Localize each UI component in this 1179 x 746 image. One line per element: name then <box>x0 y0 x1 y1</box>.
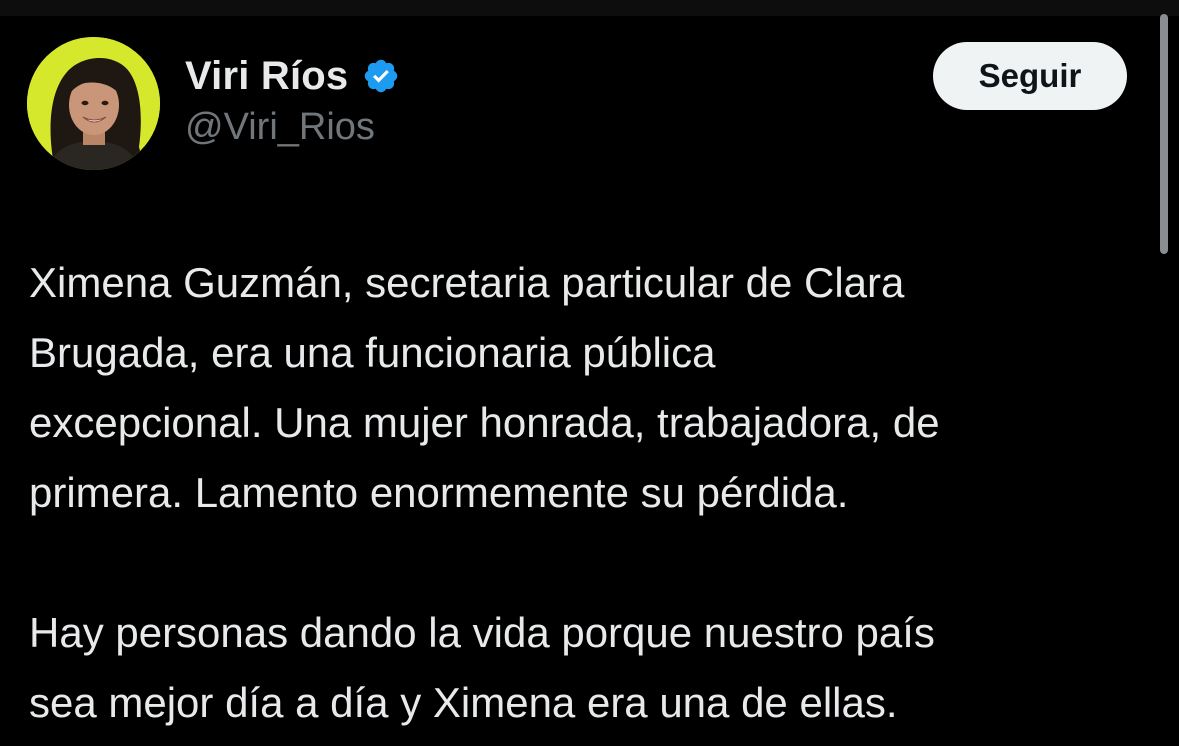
follow-button[interactable]: Seguir <box>933 42 1127 110</box>
tweet-line: primera. Lamento enormemente su pérdida. <box>29 469 849 516</box>
top-bar <box>0 0 1179 16</box>
scrollbar-thumb[interactable] <box>1160 14 1168 254</box>
author-info: Viri Ríos @Viri_Rios <box>185 50 400 149</box>
display-name[interactable]: Viri Ríos <box>185 54 348 99</box>
verified-badge-icon <box>362 57 400 95</box>
user-handle[interactable]: @Viri_Rios <box>185 106 400 149</box>
tweet-line: excepcional. Una mujer honrada, trabajad… <box>29 399 940 446</box>
tweet-text: Ximena Guzmán, secretaria particular de … <box>29 248 1149 738</box>
tweet-line: Ximena Guzmán, secretaria particular de … <box>29 259 905 306</box>
tweet-line: sea mejor día a día y Ximena era una de … <box>29 679 898 726</box>
avatar[interactable] <box>27 37 160 170</box>
tweet-line: Brugada, era una funcionaria pública <box>29 329 716 376</box>
tweet-line: Hay personas dando la vida porque nuestr… <box>29 609 935 656</box>
name-row: Viri Ríos <box>185 50 400 102</box>
